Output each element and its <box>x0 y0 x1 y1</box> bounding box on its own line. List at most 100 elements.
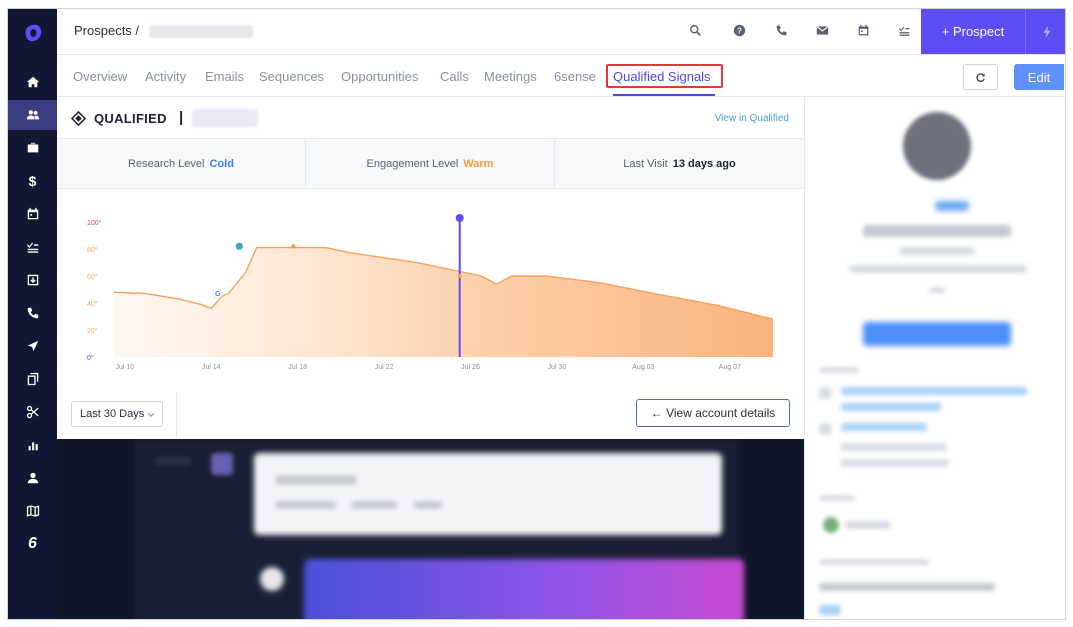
quick-action-button[interactable] <box>1025 9 1065 54</box>
qualified-logo-icon <box>71 111 86 126</box>
sidebar-item-reports[interactable] <box>8 430 57 460</box>
sidebar-item-tasks[interactable] <box>8 232 57 262</box>
last-visit: Last Visit 13 days ago <box>555 139 804 189</box>
sidebar: $ 6 <box>8 9 57 619</box>
refresh-icon <box>976 72 985 82</box>
view-in-qualified-link[interactable]: View in Qualified <box>715 113 789 124</box>
top-header: Prospects / ? + Prospect <box>57 9 1065 55</box>
activity-feed-redacted <box>57 439 804 619</box>
tab-opportunities[interactable]: Opportunities <box>341 69 418 84</box>
redacted-button <box>863 322 1011 346</box>
outreach-logo-icon[interactable] <box>21 22 43 44</box>
call-button[interactable] <box>773 22 789 38</box>
phone-icon <box>27 307 38 319</box>
send-icon <box>27 340 38 352</box>
email-button[interactable] <box>814 22 830 38</box>
sidebar-item-calls[interactable] <box>8 298 57 328</box>
sidebar-item-calendar[interactable] <box>8 199 57 229</box>
chart-area-fill <box>114 247 773 357</box>
feed-card-line <box>276 501 336 509</box>
mail-icon <box>816 25 828 35</box>
sidebar-item-6sense[interactable]: 6 <box>8 529 57 559</box>
bolt-icon <box>1043 25 1050 38</box>
briefcase-icon <box>27 142 38 153</box>
y-tick-label: 100° <box>87 219 102 227</box>
feed-card-line <box>276 475 356 485</box>
controls-divider <box>176 393 177 437</box>
x-tick-label: Jul 30 <box>548 364 567 371</box>
sidebar-item-send[interactable] <box>8 331 57 361</box>
redacted-link <box>841 403 941 411</box>
redacted-line <box>819 583 995 591</box>
tab-overview[interactable]: Overview <box>73 69 127 84</box>
engagement-level: Engagement Level Warm <box>306 139 555 189</box>
tab-6sense[interactable]: 6sense <box>554 69 596 84</box>
chart-cursor-top-dot <box>455 214 464 222</box>
tasks-button[interactable] <box>896 22 912 38</box>
date-range-value: Last 30 Days <box>80 408 145 420</box>
calendar-button[interactable] <box>855 22 871 38</box>
breadcrumb[interactable]: Prospects / <box>74 23 139 38</box>
redacted-line <box>841 443 947 451</box>
edit-button[interactable]: Edit <box>1014 64 1064 90</box>
redacted-icon <box>819 387 831 399</box>
inbox-icon <box>27 274 38 286</box>
redacted-line <box>819 367 859 373</box>
tab-meetings[interactable]: Meetings <box>484 69 537 84</box>
avatar <box>903 112 971 180</box>
y-tick-label: 40° <box>87 300 98 308</box>
last-visit-label: Last Visit <box>623 158 668 170</box>
research-level-label: Research Level <box>128 158 205 170</box>
redacted-link <box>841 387 1027 395</box>
tab-sequences[interactable]: Sequences <box>259 69 324 84</box>
add-prospect-button[interactable]: + Prospect <box>921 9 1025 54</box>
sidebar-item-accounts[interactable] <box>8 133 57 163</box>
y-tick-label: 80° <box>87 246 98 254</box>
qualified-title: QUALIFIED <box>94 111 167 126</box>
user-icon <box>27 472 38 484</box>
tab-highlight-box <box>606 64 723 88</box>
x-tick-label: Jul 10 <box>115 364 134 371</box>
x-tick-label: Jul 14 <box>202 364 221 371</box>
sidebar-item-profile[interactable] <box>8 463 57 493</box>
bar-chart-icon <box>28 442 38 451</box>
sidebar-item-snippets[interactable] <box>8 364 57 394</box>
view-account-details-button[interactable]: ← View account details <box>636 399 790 427</box>
svg-text:?: ? <box>737 26 742 35</box>
calendar-icon <box>858 24 868 35</box>
phone-icon <box>776 25 786 35</box>
sidebar-item-home[interactable] <box>8 67 57 97</box>
search-button[interactable] <box>687 22 703 38</box>
sidebar-item-people[interactable] <box>8 100 57 130</box>
feed-avatar <box>211 453 233 475</box>
sidebar-item-opportunities[interactable]: $ <box>8 166 57 196</box>
tab-bar: Overview Activity Emails Sequences Oppor… <box>57 55 1065 97</box>
edit-dropdown-button[interactable] <box>1065 64 1066 90</box>
engagement-chart-svg: 0° 20° 40° 60° 80° 100° Jul 10 Jul 14 Jul 18 Jul … <box>87 214 774 371</box>
sidebar-item-inbox[interactable] <box>8 265 57 295</box>
redacted-icon <box>819 423 831 435</box>
chevron-down-icon <box>147 413 155 417</box>
tab-activity[interactable]: Activity <box>145 69 186 84</box>
tasks-icon <box>26 242 38 253</box>
tasks-icon <box>898 25 909 36</box>
redacted-badge <box>935 201 969 211</box>
tab-emails[interactable]: Emails <box>205 69 244 84</box>
redacted-name <box>863 225 1011 237</box>
date-range-select[interactable]: Last 30 Days <box>71 401 163 427</box>
redacted-line <box>929 287 945 293</box>
redacted-avatar <box>823 517 839 533</box>
prospect-name-redacted <box>149 25 253 38</box>
refresh-button[interactable] <box>963 64 998 90</box>
number-six-icon: 6 <box>28 535 37 552</box>
redacted-line <box>899 247 975 255</box>
y-tick-label: 60° <box>87 273 98 281</box>
engagement-chart: 0° 20° 40° 60° 80° 100° Jul 10 Jul 14 Jul 18 Jul … <box>57 190 804 390</box>
tab-calls[interactable]: Calls <box>440 69 469 84</box>
sidebar-item-map[interactable] <box>8 496 57 526</box>
help-button[interactable]: ? <box>731 22 747 38</box>
visit-point-marker <box>291 244 296 249</box>
title-separator: | <box>179 109 184 126</box>
redacted-line <box>841 459 949 467</box>
sidebar-item-tools[interactable] <box>8 397 57 427</box>
